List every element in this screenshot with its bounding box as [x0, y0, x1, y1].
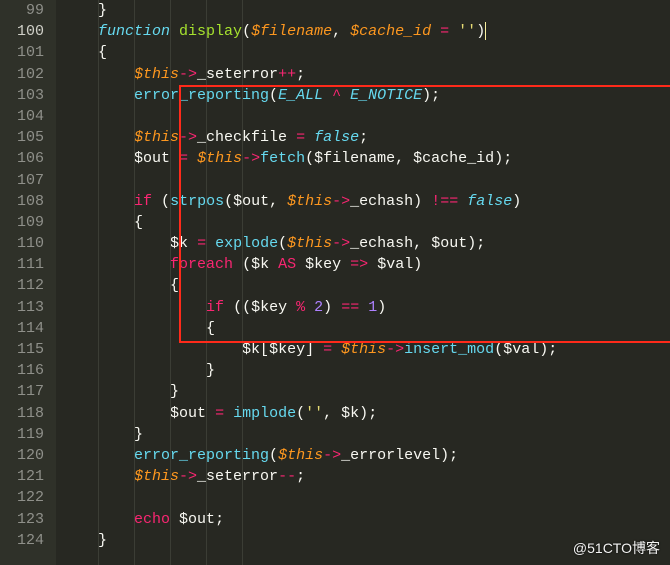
code-line[interactable]: } — [62, 381, 670, 402]
line-number: 106 — [8, 148, 44, 169]
code-line[interactable]: error_reporting(E_ALL ^ E_NOTICE); — [62, 85, 670, 106]
text-cursor — [485, 22, 486, 40]
code-line[interactable]: { — [62, 212, 670, 233]
code-line[interactable]: $out = $this->fetch($filename, $cache_id… — [62, 148, 670, 169]
line-number: 112 — [8, 275, 44, 296]
line-number: 123 — [8, 509, 44, 530]
line-number: 108 — [8, 191, 44, 212]
line-number: 104 — [8, 106, 44, 127]
code-line[interactable] — [62, 487, 670, 508]
line-number: 102 — [8, 64, 44, 85]
watermark: @51CTO博客 — [573, 538, 660, 559]
line-number: 103 — [8, 85, 44, 106]
code-line[interactable]: echo $out; — [62, 509, 670, 530]
code-line[interactable]: } — [62, 360, 670, 381]
code-editor[interactable]: 99 100 101 102 103 104 105 106 107 108 1… — [0, 0, 670, 565]
code-line[interactable]: $k = explode($this->_echash, $out); — [62, 233, 670, 254]
line-number: 101 — [8, 42, 44, 63]
line-number: 122 — [8, 487, 44, 508]
code-line[interactable]: $k[$key] = $this->insert_mod($val); — [62, 339, 670, 360]
line-number: 117 — [8, 381, 44, 402]
code-line[interactable]: } — [62, 424, 670, 445]
code-line[interactable]: $this->_seterror++; — [62, 64, 670, 85]
line-number: 109 — [8, 212, 44, 233]
line-number: 105 — [8, 127, 44, 148]
code-line[interactable]: error_reporting($this->_errorlevel); — [62, 445, 670, 466]
line-number: 118 — [8, 403, 44, 424]
code-line[interactable] — [62, 170, 670, 191]
code-line[interactable]: function display($filename, $cache_id = … — [62, 21, 670, 42]
line-number: 114 — [8, 318, 44, 339]
line-number: 99 — [8, 0, 44, 21]
code-line[interactable]: $this->_seterror--; — [62, 466, 670, 487]
line-number: 121 — [8, 466, 44, 487]
code-line[interactable]: { — [62, 318, 670, 339]
line-number: 110 — [8, 233, 44, 254]
code-area[interactable]: } function display($filename, $cache_id … — [56, 0, 670, 565]
line-number: 107 — [8, 170, 44, 191]
line-number: 124 — [8, 530, 44, 551]
line-number: 115 — [8, 339, 44, 360]
code-line[interactable]: $this->_checkfile = false; — [62, 127, 670, 148]
code-line[interactable]: $out = implode('', $k); — [62, 403, 670, 424]
code-line[interactable] — [62, 106, 670, 127]
line-number: 120 — [8, 445, 44, 466]
code-line[interactable]: if (($key % 2) == 1) — [62, 297, 670, 318]
line-number: 119 — [8, 424, 44, 445]
code-line[interactable]: } — [62, 0, 670, 21]
line-number: 116 — [8, 360, 44, 381]
line-number-gutter: 99 100 101 102 103 104 105 106 107 108 1… — [0, 0, 56, 565]
line-number: 111 — [8, 254, 44, 275]
code-line[interactable]: if (strpos($out, $this->_echash) !== fal… — [62, 191, 670, 212]
code-line[interactable]: foreach ($k AS $key => $val) — [62, 254, 670, 275]
code-line[interactable]: { — [62, 42, 670, 63]
line-number: 113 — [8, 297, 44, 318]
line-number: 100 — [8, 21, 44, 42]
code-line[interactable]: { — [62, 275, 670, 296]
